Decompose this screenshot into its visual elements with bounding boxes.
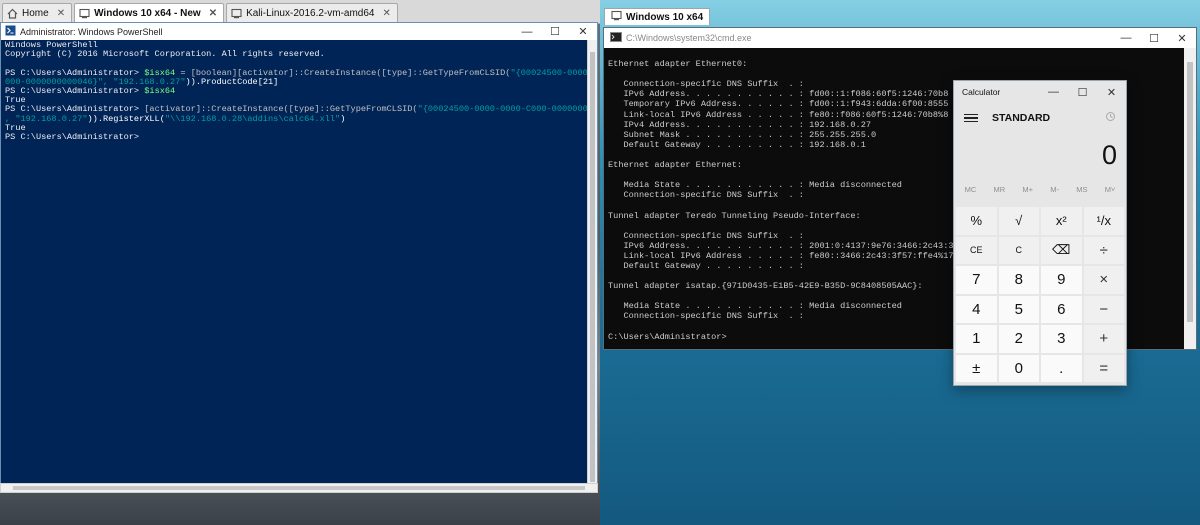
vertical-scrollbar[interactable] (1184, 48, 1196, 349)
maximize-button[interactable]: ☐ (1068, 81, 1097, 103)
console-text: PS C:\Users\Administrator> (5, 131, 140, 142)
calculator-titlebar[interactable]: Calculator — ☐ ✕ (954, 81, 1126, 103)
memory-button[interactable]: MS (1076, 185, 1087, 205)
vm-icon (79, 8, 90, 19)
backspace-button[interactable]: ⌫ (1041, 236, 1082, 264)
memory-button[interactable]: MR (994, 185, 1006, 205)
digit-3-button[interactable]: 3 (1041, 325, 1082, 353)
tab-label: Home (22, 8, 49, 19)
calculator-display: 0 (1101, 140, 1117, 170)
console-text: )).ProductCode[21] (185, 76, 279, 87)
digit-8-button[interactable]: 8 (998, 266, 1039, 294)
cmd-icon (610, 32, 622, 44)
sqrt-button[interactable]: √ (998, 207, 1039, 235)
powershell-window[interactable]: Administrator: Windows PowerShell — ☐ ✕ … (0, 22, 598, 491)
window-title: Administrator: Windows PowerShell (20, 26, 163, 37)
console-text: "{00024500-0000-0000-C000-00000000004 (417, 104, 587, 115)
maximize-button[interactable]: ☐ (541, 23, 569, 40)
minimize-button[interactable]: — (513, 23, 541, 40)
console-line: , "192.168.0.27")).RegisterXLL("\\192.16… (5, 113, 583, 124)
scrollbar-thumb[interactable] (1187, 62, 1193, 322)
subtract-button[interactable]: − (1083, 295, 1124, 323)
history-icon[interactable] (1105, 111, 1116, 125)
calculator-window[interactable]: Calculator — ☐ ✕ STANDARD 0 MC MR M+ M- MS M˅… (953, 80, 1127, 386)
tab-label: Windows 10 x64 (626, 11, 704, 23)
powershell-console[interactable]: Windows PowerShell Copyright (C) 2016 Mic… (1, 40, 587, 490)
console-text: $isx64 (144, 85, 176, 96)
divide-button[interactable]: ÷ (1083, 236, 1124, 264)
console-text: ) (340, 113, 346, 124)
tab-windows10[interactable]: Windows 10 x64 (604, 8, 711, 25)
tab-kali-linux[interactable]: Kali-Linux-2016.2-vm-amd64 ✕ (226, 3, 398, 23)
maximize-button[interactable]: ☐ (1140, 28, 1168, 48)
tab-label: Kali-Linux-2016.2-vm-amd64 (246, 8, 375, 19)
powershell-icon (5, 25, 16, 38)
negate-button[interactable]: ± (956, 354, 997, 382)
digit-4-button[interactable]: 4 (956, 295, 997, 323)
add-button[interactable]: + (1083, 325, 1124, 353)
host-tab-bar: Home ✕ Windows 10 x64 - New ✕ Kali-Linux… (0, 0, 600, 24)
minimize-button[interactable]: — (1039, 81, 1068, 103)
calculator-header: STANDARD (954, 103, 1126, 133)
horizontal-scrollbar[interactable] (0, 483, 598, 493)
square-button[interactable]: x² (1041, 207, 1082, 235)
multiply-button[interactable]: × (1083, 266, 1124, 294)
close-button[interactable]: ✕ (569, 23, 597, 40)
window-title: Calculator (962, 87, 1001, 97)
percent-button[interactable]: % (956, 207, 997, 235)
close-icon[interactable]: ✕ (209, 8, 217, 19)
decimal-button[interactable]: . (1041, 354, 1082, 382)
digit-2-button[interactable]: 2 (998, 325, 1039, 353)
powershell-titlebar[interactable]: Administrator: Windows PowerShell — ☐ ✕ (1, 23, 597, 40)
clear-entry-button[interactable]: CE (956, 236, 997, 264)
digit-0-button[interactable]: 0 (998, 354, 1039, 382)
console-text: Copyright (C) 2016 Microsoft Corporation… (5, 49, 325, 60)
digit-1-button[interactable]: 1 (956, 325, 997, 353)
memory-row: MC MR M+ M- MS M˅ (954, 177, 1126, 205)
vertical-scrollbar[interactable] (587, 40, 597, 490)
console-line: Copyright (C) 2016 Microsoft Corporation… (5, 50, 583, 59)
digit-9-button[interactable]: 9 (1041, 266, 1082, 294)
scrollbar-thumb[interactable] (590, 52, 595, 482)
console-text: "{00024500-0000-0000- (510, 67, 587, 78)
equals-button[interactable]: = (1083, 354, 1124, 382)
keypad: % √ x² ¹/x CE C ⌫ ÷ 7 8 9 × 4 5 6− 1 2 3 + ±0. = (954, 205, 1126, 382)
tab-home[interactable]: Home ✕ (2, 3, 73, 23)
minimize-button[interactable]: — (1112, 28, 1140, 48)
memory-button[interactable]: M+ (1022, 185, 1033, 205)
memory-button[interactable]: MC (965, 185, 977, 205)
console-line: PS C:\Users\Administrator> $isx64 (5, 85, 583, 96)
console-text: )).RegisterXLL( (87, 113, 165, 124)
tab-windows10-new[interactable]: Windows 10 x64 - New ✕ (74, 3, 225, 23)
calculator-mode: STANDARD (992, 112, 1051, 124)
close-icon[interactable]: ✕ (57, 8, 65, 19)
scrollbar-thumb[interactable] (13, 486, 585, 490)
digit-6-button[interactable]: 6 (1041, 295, 1082, 323)
digit-5-button[interactable]: 5 (998, 295, 1039, 323)
close-button[interactable]: ✕ (1168, 28, 1196, 48)
close-button[interactable]: ✕ (1097, 81, 1126, 103)
hamburger-menu-icon[interactable] (964, 113, 978, 123)
vm-icon (611, 10, 622, 24)
window-title: C:\Windows\system32\cmd.exe (626, 33, 752, 43)
memory-button[interactable]: M˅ (1105, 185, 1116, 205)
vm-icon (231, 8, 242, 19)
memory-button[interactable]: M- (1050, 185, 1059, 205)
close-icon[interactable]: ✕ (382, 8, 390, 19)
console-line: PS C:\Users\Administrator> (5, 131, 583, 142)
tab-label: Windows 10 x64 - New (94, 8, 201, 19)
home-icon (7, 8, 18, 19)
console-text: "\\192.168.0.28\addins\calc64.xll" (164, 113, 341, 124)
cmd-titlebar[interactable]: C:\Windows\system32\cmd.exe — ☐ ✕ (604, 28, 1196, 48)
clear-button[interactable]: C (998, 236, 1039, 264)
reciprocal-button[interactable]: ¹/x (1083, 207, 1124, 235)
console-text: PS C:\Users\Administrator> (5, 85, 145, 96)
digit-7-button[interactable]: 7 (956, 266, 997, 294)
